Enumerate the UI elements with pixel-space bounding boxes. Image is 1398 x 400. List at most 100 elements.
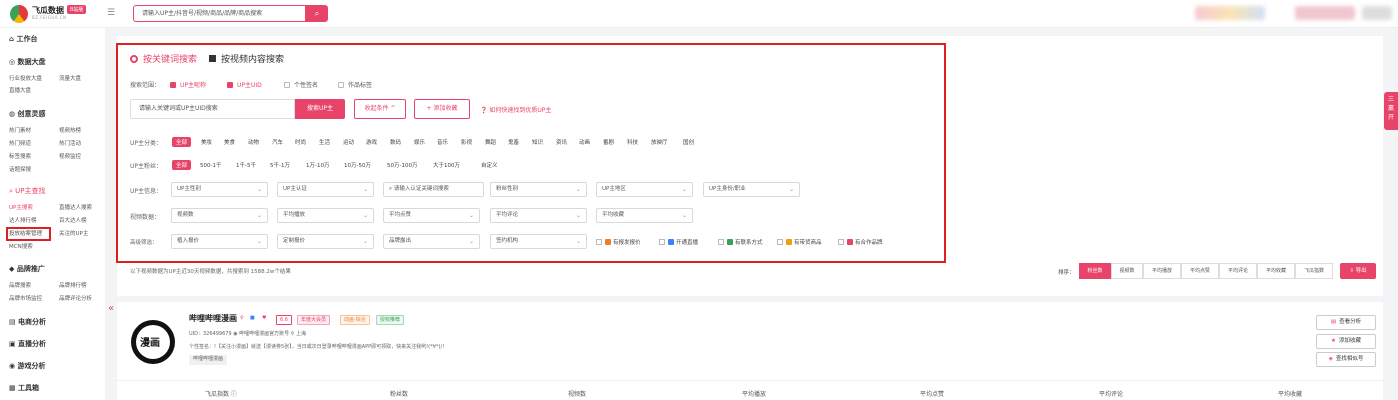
- category-option[interactable]: 汽车: [272, 138, 283, 146]
- keyword-search-input[interactable]: 请输入关键词或UP主UID搜索: [130, 99, 295, 119]
- fans-option-custom[interactable]: 自定义: [481, 161, 498, 169]
- tab-video-content-search[interactable]: 按视频内容搜索: [209, 52, 284, 65]
- scope-checkbox-nickname[interactable]: UP主昵称: [170, 80, 206, 89]
- certification-keyword-input[interactable]: ⌕ 请输入认证关键词搜索: [383, 182, 484, 197]
- category-option[interactable]: 运动: [343, 138, 354, 146]
- category-option[interactable]: 游戏: [366, 138, 377, 146]
- sidebar-item[interactable]: 关注的UP主: [59, 229, 88, 237]
- avg-play-dropdown[interactable]: 平均播放 ⌄: [277, 208, 374, 223]
- sidebar-item[interactable]: 热门素材: [9, 126, 31, 134]
- up-identity-dropdown[interactable]: UP主身份/职业 ⌄: [703, 182, 800, 197]
- sort-option-avg-like[interactable]: 平均点赞: [1181, 263, 1219, 279]
- category-option[interactable]: 数码: [390, 138, 401, 146]
- up-name[interactable]: 哔哩哔哩漫画: [189, 313, 237, 324]
- fans-option[interactable]: 500-1千: [200, 161, 221, 169]
- sidebar-item[interactable]: 热门活动: [59, 139, 81, 147]
- category-option[interactable]: 资讯: [556, 138, 567, 146]
- category-option[interactable]: 番剧: [603, 138, 614, 146]
- help-link[interactable]: ❓ 如何快速找到优质UP主: [480, 105, 551, 114]
- category-option[interactable]: 动物: [248, 138, 259, 146]
- sidebar-item[interactable]: 品牌市场监控: [9, 294, 42, 302]
- avatar[interactable]: 漫画: [131, 320, 175, 364]
- fans-option[interactable]: 大于100万: [433, 161, 460, 169]
- sidebar-item[interactable]: 达人排行榜: [9, 216, 37, 224]
- sidebar-item[interactable]: 品牌评论分析: [59, 294, 92, 302]
- checkbox-goods[interactable]: 有带货商品: [777, 238, 822, 246]
- sidebar-item[interactable]: 行业投放大盘: [9, 74, 42, 82]
- category-option[interactable]: 舞蹈: [485, 138, 496, 146]
- category-option[interactable]: 音乐: [437, 138, 448, 146]
- placement-price-dropdown[interactable]: 植入报价 ⌄: [171, 234, 268, 249]
- sort-option-videos[interactable]: 视频数: [1111, 263, 1143, 279]
- sidebar-item[interactable]: MCN搜索: [9, 242, 33, 250]
- sidebar-item[interactable]: 百大达人榜: [59, 216, 87, 224]
- brand-exposure-dropdown[interactable]: 品牌露出 ⌄: [383, 234, 480, 249]
- add-collection-button[interactable]: + 添加收藏: [414, 99, 470, 119]
- scope-checkbox-uid[interactable]: UP主UID: [227, 80, 262, 89]
- collapse-filters-button[interactable]: 收起条件 ^: [354, 99, 406, 119]
- avg-comment-dropdown[interactable]: 平均评论 ⌄: [490, 208, 587, 223]
- up-region-dropdown[interactable]: UP主地区 ⌄: [596, 182, 693, 197]
- category-option[interactable]: 时尚: [295, 138, 306, 146]
- up-certification-dropdown[interactable]: UP主认证 ⌄: [277, 182, 374, 197]
- fans-option[interactable]: 1千-5千: [236, 161, 256, 169]
- menu-toggle-icon[interactable]: ☰: [107, 8, 115, 18]
- sidebar-group-ecommerce[interactable]: ▤ 电商分析: [9, 317, 46, 327]
- fans-option[interactable]: 全部: [172, 160, 192, 170]
- avg-favorite-dropdown[interactable]: 平均收藏 ⌄: [596, 208, 693, 223]
- scope-checkbox-signature[interactable]: 个性签名: [284, 80, 318, 89]
- tab-keyword-search[interactable]: 按关键词搜索: [130, 52, 197, 65]
- up-gender-dropdown[interactable]: UP主性别 ⌄: [171, 182, 268, 197]
- category-option[interactable]: 全部: [172, 137, 192, 147]
- sidebar-item[interactable]: 直播大盘: [9, 86, 31, 94]
- sidebar-item[interactable]: 热门频道: [9, 139, 31, 147]
- sidebar-group-data-dashboard[interactable]: ◎ 数据大盘: [9, 57, 46, 67]
- global-search-button[interactable]: ⌕: [306, 5, 328, 22]
- fans-option[interactable]: 10万-50万: [344, 161, 371, 169]
- side-floating-tab[interactable]: 三 赢 开: [1384, 92, 1398, 130]
- category-option[interactable]: 国创: [683, 138, 694, 146]
- category-option[interactable]: 影视: [461, 138, 472, 146]
- global-search-input[interactable]: 请输入UP主/抖音号/视频/商品/品牌/商品搜索: [133, 5, 306, 22]
- add-favorite-button[interactable]: ★ 添加收藏: [1316, 334, 1376, 349]
- sidebar-item[interactable]: 直播达人搜索: [59, 203, 92, 211]
- sidebar-group-toolbox[interactable]: ▦ 工具箱: [9, 383, 39, 393]
- category-option[interactable]: 美妆: [201, 138, 212, 146]
- sidebar-item-up-search[interactable]: UP主搜索: [9, 203, 33, 211]
- fans-option[interactable]: 5千-1万: [270, 161, 290, 169]
- sort-option-fans[interactable]: 粉丝数: [1079, 263, 1111, 279]
- category-option[interactable]: 鬼畜: [508, 138, 519, 146]
- checkbox-has-quote[interactable]: 有报发报价: [596, 238, 641, 246]
- category-option[interactable]: 娱乐: [414, 138, 425, 146]
- sidebar-item[interactable]: 视频热榜: [59, 126, 81, 134]
- checkbox-brand[interactable]: 有合作品牌: [838, 238, 883, 246]
- avg-like-dropdown[interactable]: 平均点赞 ⌄: [383, 208, 480, 223]
- view-analysis-button[interactable]: ▤ 查看分析: [1316, 315, 1376, 330]
- custom-price-dropdown[interactable]: 定制报价 ⌄: [277, 234, 374, 249]
- sidebar-item[interactable]: 品牌搜索: [9, 281, 31, 289]
- find-similar-button[interactable]: ◈ 查找相似号: [1316, 352, 1376, 367]
- sidebar-collapse-icon[interactable]: «: [108, 303, 114, 314]
- video-count-dropdown[interactable]: 视频数 ⌄: [171, 208, 268, 223]
- sidebar-group-brand[interactable]: ◆ 品牌推广: [9, 264, 45, 274]
- fans-option[interactable]: 1万-10万: [306, 161, 329, 169]
- sidebar-group-workbench[interactable]: ⌂ 工作台: [9, 34, 37, 44]
- sort-option-avg-play[interactable]: 平均播放: [1143, 263, 1181, 279]
- sort-option-avg-comment[interactable]: 平均评论: [1219, 263, 1257, 279]
- sidebar-item[interactable]: 标签搜索: [9, 152, 31, 160]
- sort-option-avg-favorite[interactable]: 平均收藏: [1257, 263, 1295, 279]
- category-option[interactable]: 动画: [579, 138, 590, 146]
- category-option[interactable]: 知识: [532, 138, 543, 146]
- sidebar-item[interactable]: 话题探搜: [9, 165, 31, 173]
- checkbox-live[interactable]: 开通直播: [659, 238, 698, 246]
- sidebar-group-creative[interactable]: ◍ 创意灵感: [9, 109, 46, 119]
- sidebar-group-up-search[interactable]: ⌕ UP主查找: [9, 186, 46, 196]
- checkbox-contact[interactable]: 有联系方式: [718, 238, 763, 246]
- fans-option[interactable]: 50万-100万: [387, 161, 417, 169]
- category-option[interactable]: 放映厅: [651, 138, 668, 146]
- sidebar-group-live[interactable]: ▣ 直播分析: [9, 339, 46, 349]
- sort-option-feigua-index[interactable]: 飞瓜指数: [1295, 263, 1333, 279]
- sidebar-group-game[interactable]: ◉ 游戏分析: [9, 361, 46, 371]
- sidebar-item[interactable]: 视频监控: [59, 152, 81, 160]
- logo-icon[interactable]: [10, 5, 28, 23]
